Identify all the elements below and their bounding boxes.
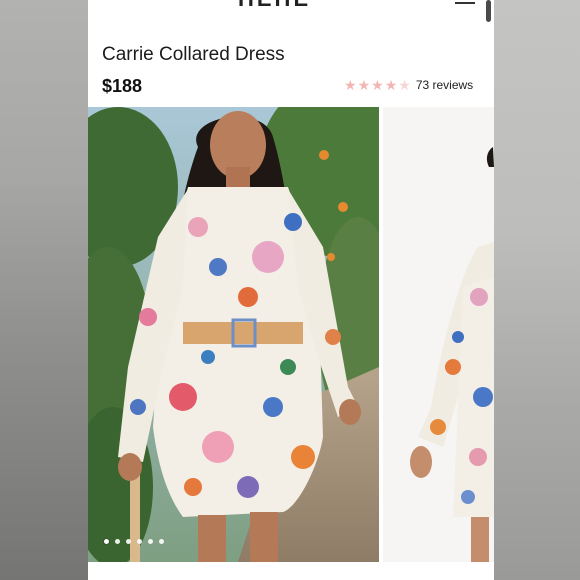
carousel-dot[interactable] bbox=[137, 539, 142, 544]
scrollbar[interactable] bbox=[486, 0, 491, 22]
carousel-dot[interactable] bbox=[104, 539, 109, 544]
star-icon: ★ bbox=[357, 77, 371, 93]
carousel-dots[interactable] bbox=[104, 539, 164, 544]
carousel-dot[interactable] bbox=[159, 539, 164, 544]
star-icon: ★ bbox=[384, 77, 398, 93]
page-bottom bbox=[88, 562, 494, 580]
brand-logo[interactable]: HEHE bbox=[238, 0, 311, 12]
reviews-link[interactable]: 73 reviews bbox=[416, 78, 473, 92]
background-blur-right bbox=[494, 0, 580, 580]
star-icon: ★ bbox=[371, 77, 384, 93]
carousel-dot[interactable] bbox=[115, 539, 120, 544]
star-icon: ★ bbox=[344, 77, 357, 93]
star-half-icon: ★ bbox=[398, 77, 411, 93]
product-page: HEHE Carrie Collared Dress $188 ★ ★ ★ ★ … bbox=[88, 0, 494, 580]
product-title: Carrie Collared Dress bbox=[102, 44, 285, 65]
star-rating: ★ ★ ★ ★ ★ bbox=[344, 78, 411, 92]
carousel-dot[interactable] bbox=[126, 539, 131, 544]
product-price: $188 bbox=[102, 76, 143, 96]
hamburger-icon[interactable] bbox=[455, 0, 475, 4]
background-blur-left bbox=[0, 0, 88, 580]
product-photo-next bbox=[383, 107, 494, 562]
product-photo-main bbox=[88, 107, 379, 562]
carousel-dot[interactable] bbox=[148, 539, 153, 544]
top-bar: HEHE bbox=[88, 0, 494, 30]
product-image-next[interactable] bbox=[383, 107, 494, 562]
rating-summary[interactable]: ★ ★ ★ ★ ★ 73 reviews bbox=[344, 78, 473, 92]
product-image-main[interactable] bbox=[88, 107, 379, 562]
